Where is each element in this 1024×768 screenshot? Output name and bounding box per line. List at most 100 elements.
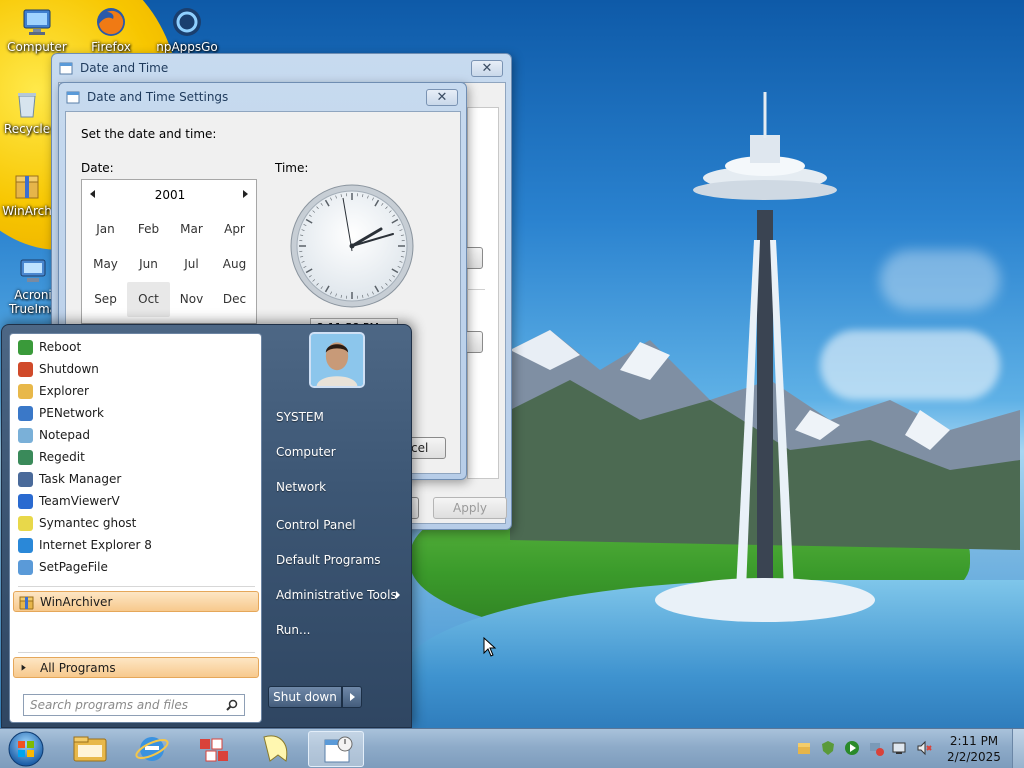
program-regedit[interactable]: Regedit — [13, 447, 259, 468]
date-time-window-titlebar[interactable]: Date and Time ✕ — [52, 54, 511, 82]
month-aug[interactable]: Aug — [213, 247, 256, 282]
start-menu-places-pane: SYSTEM Computer Network Control Panel Defau… — [264, 325, 411, 729]
month-jun[interactable]: Jun — [127, 247, 170, 282]
place-computer[interactable]: Computer — [276, 440, 404, 464]
taskbar-clock[interactable]: 2:11 PM 2/2/2025 — [944, 733, 1004, 765]
month-grid: Jan Feb Mar Apr May Jun Jul Aug Sep Oct Nov Dec — [84, 212, 256, 317]
place-default-programs[interactable]: Default Programs — [276, 548, 404, 572]
change-time-zone-button[interactable] — [465, 331, 483, 353]
place-label: Network — [276, 480, 327, 494]
notepad-icon — [18, 428, 33, 443]
winarchiver-tray-icon[interactable] — [796, 740, 812, 756]
recycle-bin-icon — [18, 93, 36, 118]
archive-icon — [19, 596, 34, 610]
ghost-icon — [263, 735, 288, 762]
month-may[interactable]: May — [84, 247, 127, 282]
taskbar-windows-explorer[interactable] — [62, 731, 118, 767]
divider — [465, 289, 485, 290]
program-explorer[interactable]: Explorer — [13, 381, 259, 402]
place-control-panel[interactable]: Control Panel — [276, 513, 404, 537]
app-icon — [173, 8, 201, 36]
month-sep[interactable]: Sep — [84, 282, 127, 317]
month-dec[interactable]: Dec — [213, 282, 256, 317]
ghost-icon — [18, 516, 33, 531]
program-reboot[interactable]: Reboot — [13, 337, 259, 358]
program-penetwork[interactable]: PENetwork — [13, 403, 259, 424]
apply-button[interactable]: Apply — [433, 497, 507, 519]
month-apr[interactable]: Apr — [213, 212, 256, 247]
settings-dialog-titlebar[interactable]: Date and Time Settings ✕ — [59, 83, 466, 111]
program-shutdown[interactable]: Shutdown — [13, 359, 259, 380]
pinned-winarchiver[interactable]: WinArchiver — [13, 591, 259, 612]
taskbar-regedit[interactable] — [186, 731, 242, 767]
month-jul[interactable]: Jul — [170, 247, 213, 282]
shutdown-options-arrow-icon[interactable] — [342, 686, 362, 708]
divider — [18, 586, 255, 587]
desktop-icon-computer[interactable]: Computer — [2, 6, 72, 54]
close-button[interactable]: ✕ — [426, 89, 458, 106]
taskbar-date-time[interactable] — [308, 731, 364, 767]
program-label: WinArchiver — [40, 595, 113, 609]
computer-icon — [23, 9, 51, 35]
triangle-right-icon — [21, 664, 26, 671]
program-label: SetPageFile — [39, 560, 108, 574]
change-date-time-button[interactable] — [465, 247, 483, 269]
place-run[interactable]: Run... — [276, 618, 404, 642]
taskbar-internet-explorer[interactable] — [124, 731, 180, 767]
month-feb[interactable]: Feb — [127, 212, 170, 247]
taskbar-ghost[interactable] — [248, 731, 304, 767]
desktop-icon-firefox[interactable]: Firefox — [76, 6, 146, 54]
desktop-icon-label: Firefox — [91, 40, 131, 54]
program-task-manager[interactable]: Task Manager — [13, 469, 259, 490]
place-administrative-tools[interactable]: Administrative Tools — [276, 583, 404, 607]
place-user-name[interactable]: SYSTEM — [276, 405, 404, 429]
month-jan[interactable]: Jan — [84, 212, 127, 247]
month-oct[interactable]: Oct — [127, 282, 170, 317]
calendar[interactable]: 2001 Jan Feb Mar Apr May Jun Jul Aug Sep Oct Nov De… — [81, 179, 257, 324]
task-manager-icon — [18, 472, 33, 487]
desktop-icon-label: npAppsGo — [156, 40, 218, 54]
date-time-icon — [324, 736, 353, 763]
month-nov[interactable]: Nov — [170, 282, 213, 317]
program-notepad[interactable]: Notepad — [13, 425, 259, 446]
regedit-icon — [200, 738, 228, 762]
calendar-year[interactable]: 2001 — [82, 188, 258, 202]
all-programs-button[interactable]: All Programs — [13, 657, 259, 678]
shutdown-button[interactable]: Shut down — [268, 686, 342, 708]
month-mar[interactable]: Mar — [170, 212, 213, 247]
place-network[interactable]: Network — [276, 475, 404, 499]
search-icon[interactable] — [226, 699, 238, 711]
place-label: Control Panel — [276, 518, 356, 532]
desktop-icon-npappsgo[interactable]: npAppsGo — [152, 6, 222, 54]
clock-time: 2:11 PM — [949, 734, 999, 748]
date-label: Date: — [81, 161, 114, 175]
start-menu[interactable]: Reboot Shutdown Explorer PENetwork Notepad Re… — [1, 324, 412, 728]
desktop-icon-label: Recycle — [3, 122, 51, 136]
program-internet-explorer-8[interactable]: Internet Explorer 8 — [13, 535, 259, 556]
acronis-icon — [20, 259, 46, 282]
place-label: Default Programs — [276, 553, 381, 567]
time-label: Time: — [275, 161, 309, 175]
volume-muted-icon[interactable] — [916, 740, 932, 756]
archive-icon — [15, 175, 39, 199]
search-input[interactable]: Search programs and files — [23, 694, 245, 716]
place-label: Administrative Tools — [276, 588, 397, 602]
shield-icon[interactable] — [820, 740, 836, 756]
set-date-time-prompt: Set the date and time: — [81, 127, 217, 141]
next-year-arrow-icon[interactable] — [243, 190, 248, 198]
program-label: Task Manager — [39, 472, 122, 486]
program-symantec-ghost[interactable]: Symantec ghost — [13, 513, 259, 534]
taskbar: 2:11 PM 2/2/2025 — [0, 728, 1024, 768]
program-teamviewerv[interactable]: TeamViewerV — [13, 491, 259, 512]
network-warning-icon[interactable] — [868, 740, 884, 756]
program-label: Internet Explorer 8 — [39, 538, 152, 552]
program-setpagefile[interactable]: SetPageFile — [13, 557, 259, 578]
user-avatar[interactable] — [309, 332, 365, 388]
monitor-icon[interactable] — [892, 740, 908, 756]
start-orb-icon[interactable] — [6, 731, 46, 767]
play-icon[interactable] — [844, 740, 860, 756]
show-desktop-button[interactable] — [1012, 729, 1024, 768]
program-label: Explorer — [39, 384, 89, 398]
close-button[interactable]: ✕ — [471, 60, 503, 77]
place-label: Run... — [276, 623, 311, 637]
